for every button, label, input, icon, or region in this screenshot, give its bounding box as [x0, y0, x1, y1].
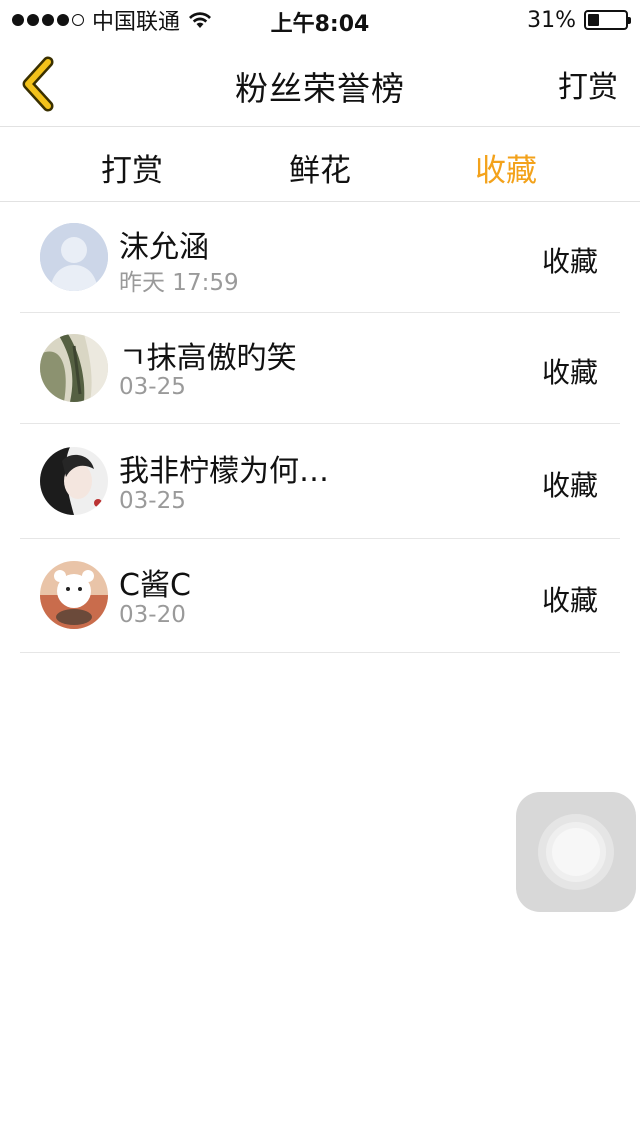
- list-item[interactable]: C酱C 03-20 收藏: [20, 539, 620, 653]
- fan-list: 沫允涵 昨天 17:59 收藏 ㄱ抹高傲旳笑 03-25 收藏 我非柠檬为何… …: [20, 202, 620, 653]
- battery-percent: 31%: [527, 7, 576, 33]
- list-item[interactable]: 我非柠檬为何… 03-25 收藏: [20, 424, 620, 539]
- user-name: 沫允涵: [119, 230, 209, 265]
- timestamp: 03-20: [119, 602, 186, 628]
- favorite-label: 收藏: [541, 245, 598, 278]
- avatar: [40, 334, 108, 402]
- page-title: 粉丝荣誉榜: [235, 69, 405, 108]
- list-item[interactable]: ㄱ抹高傲旳笑 03-25 收藏: [20, 313, 620, 424]
- assistive-touch-center: [552, 828, 600, 876]
- user-name: C酱C: [119, 568, 191, 603]
- user-name: ㄱ抹高傲旳笑: [119, 341, 297, 376]
- assistive-touch-button[interactable]: [516, 792, 636, 912]
- tab-favorites[interactable]: 收藏: [436, 145, 576, 190]
- list-item[interactable]: 沫允涵 昨天 17:59 收藏: [20, 202, 620, 313]
- tab-bar: 打赏 鲜花 收藏: [0, 127, 640, 202]
- battery-fill: [588, 14, 599, 26]
- status-bar: 中国联通 上午8:04 31%: [0, 0, 640, 40]
- timestamp: 03-25: [119, 374, 186, 400]
- default-avatar-icon: [40, 223, 108, 291]
- favorite-label: 收藏: [541, 584, 598, 617]
- reward-button[interactable]: 打赏: [558, 62, 618, 106]
- timestamp: 昨天 17:59: [119, 270, 239, 296]
- battery-icon: [584, 10, 631, 30]
- avatar: [40, 447, 108, 515]
- status-right: 31%: [527, 6, 631, 34]
- timestamp: 03-25: [119, 488, 186, 514]
- favorite-label: 收藏: [541, 469, 598, 502]
- favorite-label: 收藏: [541, 356, 598, 389]
- tab-reward[interactable]: 打赏: [62, 145, 202, 190]
- tab-flowers[interactable]: 鲜花: [250, 145, 390, 190]
- user-name: 我非柠檬为何…: [119, 454, 329, 489]
- avatar: [40, 561, 108, 629]
- nav-bar: 粉丝荣誉榜 打赏: [0, 40, 640, 127]
